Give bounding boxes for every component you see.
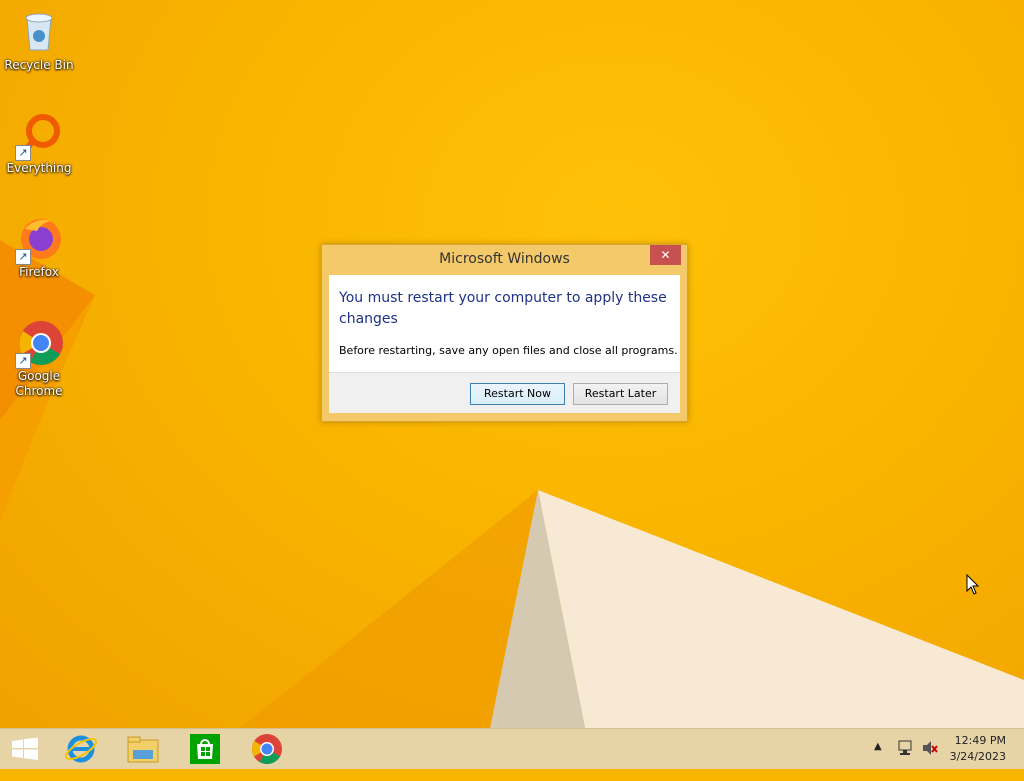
desktop-icon-google-chrome[interactable]: ↗ Google Chrome [0,319,78,399]
desktop-icon-label: Google Chrome [15,369,63,398]
start-icon [12,737,38,760]
desktop: Recycle Bin ↗ Everything ↗ Firefox ↗ Goo… [0,0,1024,728]
internet-explorer-icon [64,735,98,763]
volume-muted-icon[interactable] [921,739,939,779]
taskbar: ▲ 12:49 PM 3/24/2023 [0,728,1024,769]
clock-date: 3/24/2023 [949,750,1006,763]
everything-icon: ↗ [15,111,63,161]
restart-dialog: Microsoft Windows ✕ You must restart you… [321,244,688,422]
store-icon [190,734,220,764]
shortcut-arrow-icon: ↗ [15,353,31,369]
shortcut-arrow-icon: ↗ [15,249,31,265]
desktop-icon-recycle-bin[interactable]: Recycle Bin [0,8,78,73]
desktop-icon-label: Recycle Bin [4,58,74,72]
firefox-icon: ↗ [15,215,63,265]
taskbar-google-chrome[interactable] [247,732,287,766]
taskbar-file-explorer[interactable] [123,732,163,766]
shortcut-arrow-icon: ↗ [15,145,31,161]
chrome-icon: ↗ [15,319,63,369]
restart-now-button[interactable]: Restart Now [470,383,565,405]
taskbar-store[interactable] [185,732,225,766]
desktop-icon-label: Firefox [19,265,59,279]
file-explorer-icon [127,736,159,763]
chrome-icon [252,734,282,765]
dialog-body-text: Before restarting, save any open files a… [339,344,678,357]
desktop-icon-firefox[interactable]: ↗ Firefox [0,215,78,280]
restart-later-button[interactable]: Restart Later [573,383,668,405]
close-button[interactable]: ✕ [650,245,681,265]
mouse-cursor-icon [966,574,980,595]
show-hidden-icons[interactable]: ▲ [874,741,888,781]
start-button[interactable] [4,732,44,766]
desktop-icon-label: Everything [6,161,72,175]
taskbar-clock[interactable]: 12:49 PM 3/24/2023 [950,733,1006,765]
clock-time: 12:49 PM [954,734,1006,747]
dialog-title: Microsoft Windows [439,251,570,267]
network-icon[interactable] [897,739,915,779]
dialog-headline: You must restart your computer to apply … [339,290,667,327]
recycle-bin-icon [15,8,63,56]
taskbar-internet-explorer[interactable] [61,732,101,766]
dialog-footer: Restart Now Restart Later [329,372,680,413]
desktop-icon-everything[interactable]: ↗ Everything [0,111,78,176]
dialog-content: You must restart your computer to apply … [329,275,680,413]
